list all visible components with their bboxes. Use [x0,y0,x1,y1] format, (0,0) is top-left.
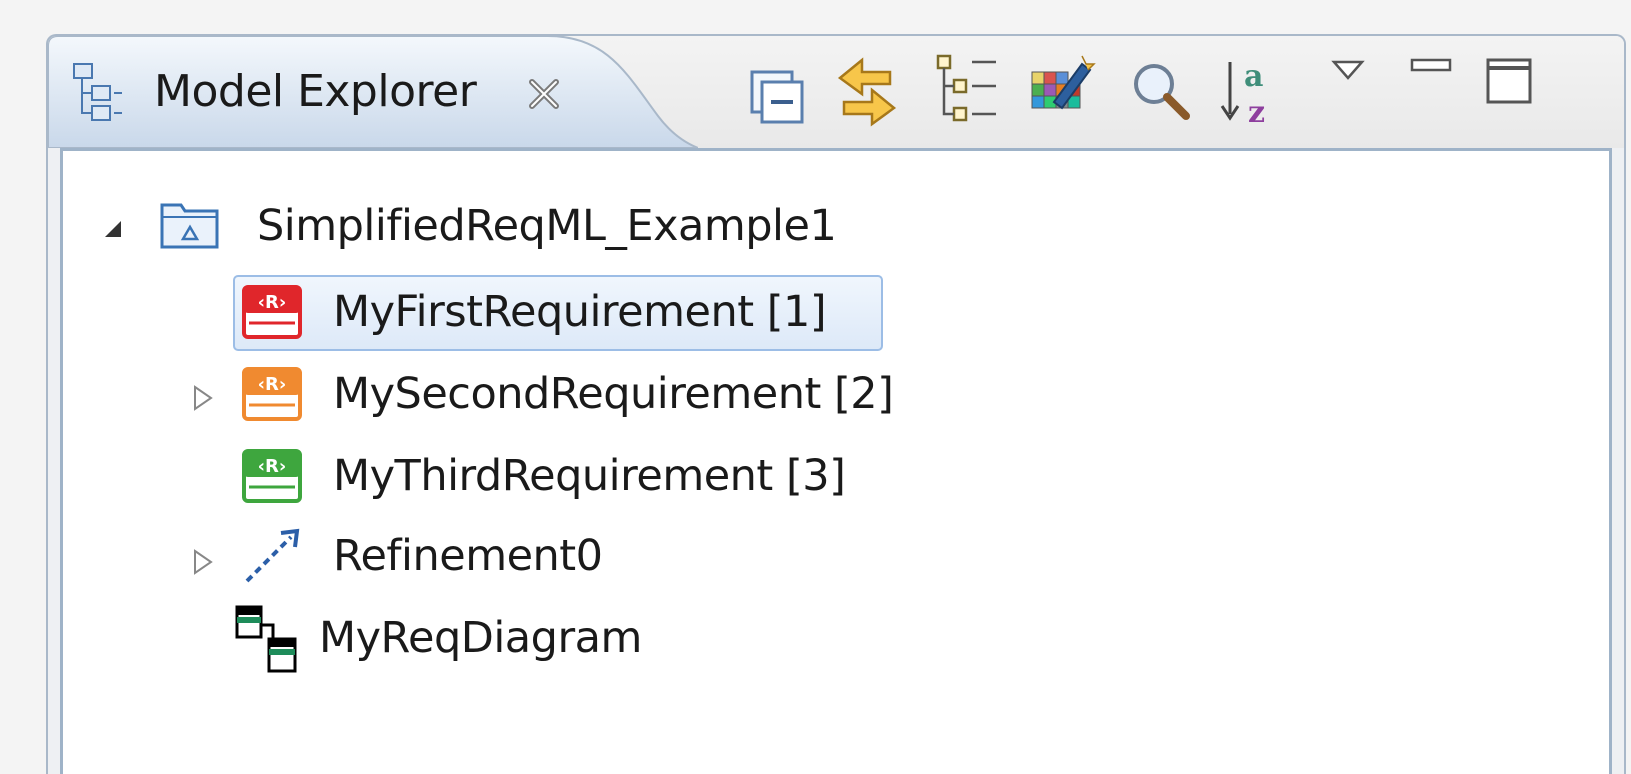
collapsed-triangle-icon[interactable] [187,547,217,577]
svg-text:‹R›: ‹R› [258,374,287,395]
svg-text:‹R›: ‹R› [258,456,287,477]
view-tab[interactable]: Model Explorer [48,36,698,148]
view-header: Model Explorer a z [48,36,1624,148]
minimize-icon[interactable] [1398,50,1468,128]
link-with-editor-icon[interactable] [832,52,902,130]
svg-text:a: a [1244,59,1263,94]
requirement-icon: ‹R› [242,285,302,339]
tree-item-refinement0[interactable]: Refinement0 [63,521,1063,597]
view-title: Model Explorer [154,66,477,117]
tree-structure-icon[interactable] [932,52,1002,130]
requirement-icon: ‹R› [242,367,302,421]
tree-item-root[interactable]: SimplifiedReqML_Example1 [63,189,1563,265]
model-explorer-icon [73,63,122,121]
refinement-arrow-icon [245,528,300,583]
expanded-triangle-icon[interactable] [101,217,123,239]
tree-item-my-second-requirement[interactable]: ‹R› MySecondRequirement [2] [63,357,1063,433]
sort-alphabetical-icon[interactable]: a z [1218,52,1288,130]
tree-item-my-req-diagram[interactable]: MyReqDiagram [63,603,1063,679]
tree-item-my-third-requirement[interactable]: ‹R› MyThirdRequirement [3] [63,439,1063,515]
model-folder-icon [160,203,219,249]
diagram-icon [235,605,297,673]
tree-item-label: MyReqDiagram [319,613,642,663]
collapsed-triangle-icon[interactable] [187,383,217,413]
tree-item-label: MyFirstRequirement [1] [333,287,827,337]
svg-text:z: z [1248,95,1265,130]
tree-item-label: MySecondRequirement [2] [333,369,894,419]
tree-item-my-first-requirement[interactable]: ‹R› MyFirstRequirement [1] [233,275,883,351]
tree-item-label: Refinement0 [333,531,603,581]
svg-text:‹R›: ‹R› [258,292,287,313]
tree-view[interactable]: SimplifiedReqML_Example1 ‹R› MyFirstRequ… [60,148,1612,774]
collapse-all-icon[interactable] [744,58,814,136]
requirement-icon: ‹R› [242,449,302,503]
search-icon[interactable] [1126,54,1196,132]
tree-item-label: SimplifiedReqML_Example1 [257,201,837,251]
customize-icon[interactable] [1028,50,1098,128]
view-menu-icon[interactable] [1318,50,1388,128]
tree-item-label: MyThirdRequirement [3] [333,451,846,501]
close-icon[interactable] [524,74,564,114]
model-explorer-view: Model Explorer a z SimplifiedReqML_Examp… [46,34,1626,774]
maximize-icon[interactable] [1476,50,1546,128]
